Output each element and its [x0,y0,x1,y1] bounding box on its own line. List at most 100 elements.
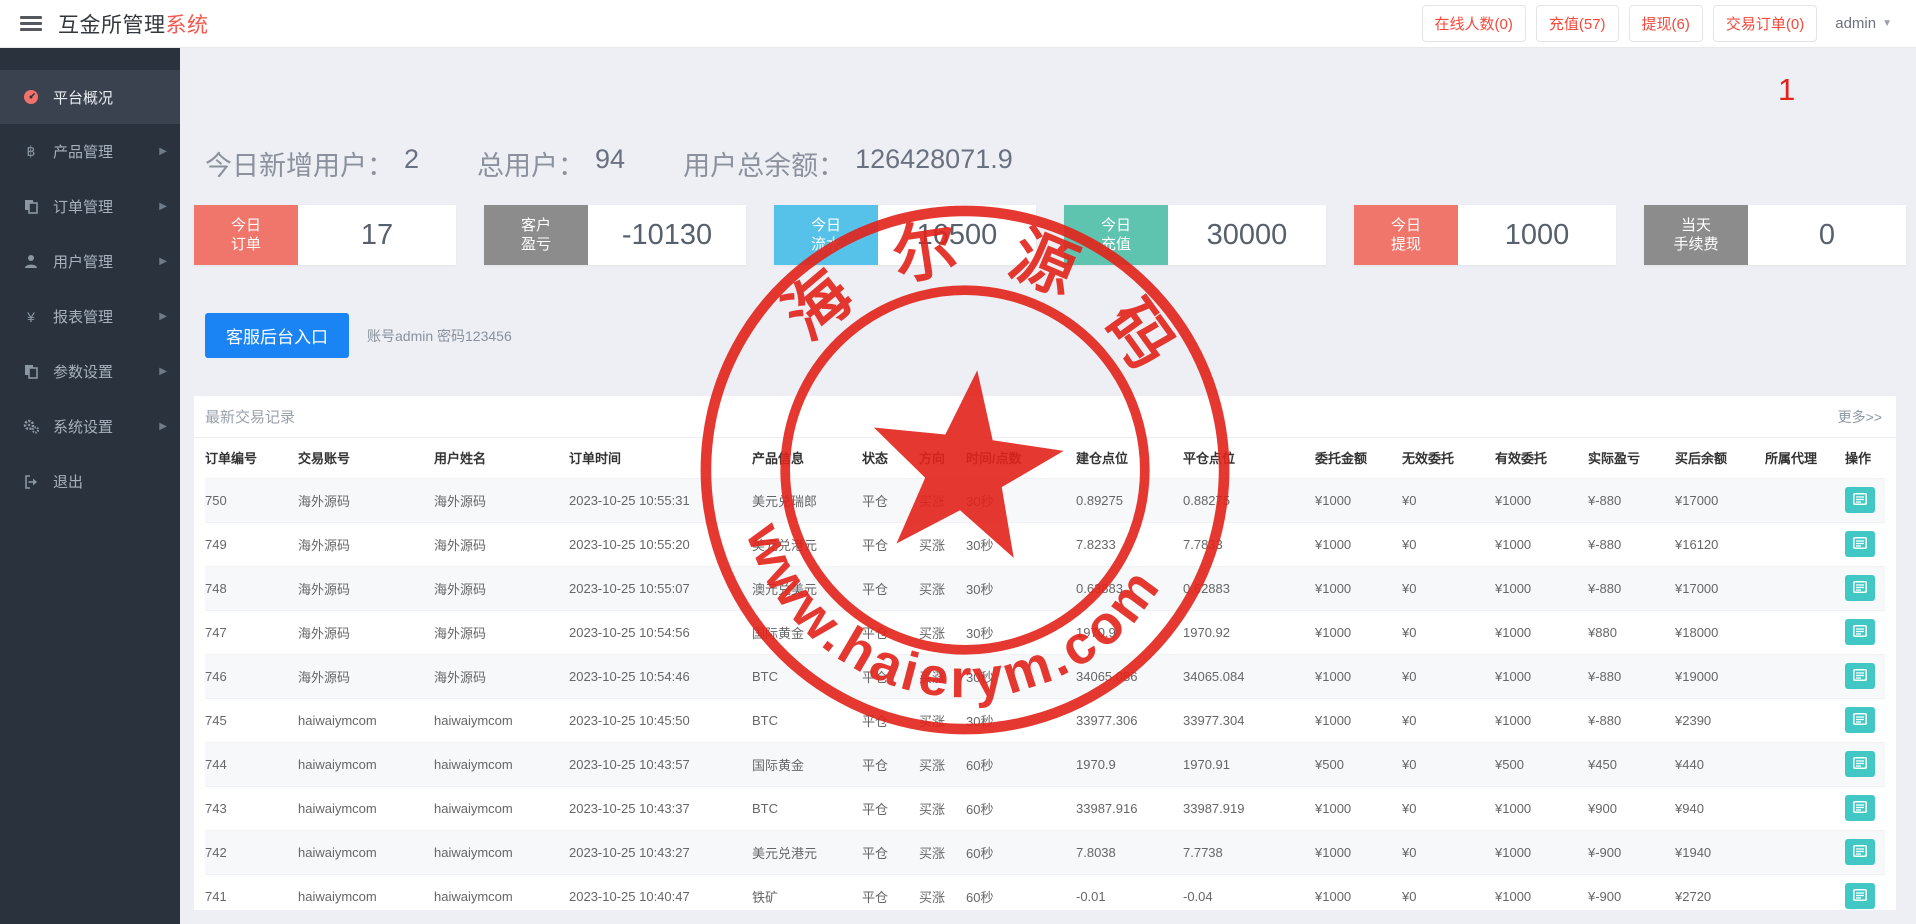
cell-action [1845,610,1885,654]
cell-pnl: ¥-880 [1588,698,1675,742]
cell-open: 0.89275 [1076,478,1183,522]
cell-pnl: ¥-900 [1588,830,1675,874]
cell-id: 749 [205,522,298,566]
sidebar-item-logout[interactable]: 退出 [0,454,180,509]
topbar-button-3[interactable]: 交易订单(0) [1713,5,1817,42]
topbar-button-2[interactable]: 提现(6) [1629,5,1703,42]
cell-invalid: ¥0 [1402,786,1495,830]
cell-pnl: ¥-880 [1588,478,1675,522]
sidebar-item-gears[interactable]: 系统设置▶ [0,399,180,454]
order-detail-button[interactable] [1845,531,1875,557]
detail-icon [1853,801,1867,816]
cell-product: 铁矿 [752,874,862,910]
topbar-button-1[interactable]: 充值(57) [1536,5,1619,42]
detail-icon [1853,713,1867,728]
table-row: 749海外源码海外源码2023-10-25 10:55:20美元兑港元平仓买涨3… [205,522,1885,566]
cell-valid: ¥1000 [1495,874,1588,910]
cell-duration: 60秒 [966,742,1076,786]
cell-id: 744 [205,742,298,786]
cell-close: 0.62883 [1183,566,1315,610]
column-header: 时间/点数 [966,438,1076,478]
card-value: -10130 [588,205,746,265]
card-label: 今日流水 [774,205,878,265]
cell-action [1845,478,1885,522]
cell-product: 美元兑港元 [752,522,862,566]
hamburger-menu-icon[interactable] [20,16,42,31]
column-header: 订单时间 [569,438,752,478]
cell-open: 7.8233 [1076,522,1183,566]
cell-time: 2023-10-25 10:55:07 [569,566,752,610]
column-header: 操作 [1845,438,1885,478]
table-row: 748海外源码海外源码2023-10-25 10:55:07澳元兑美元平仓买涨3… [205,566,1885,610]
cell-valid: ¥1000 [1495,830,1588,874]
more-link[interactable]: 更多>> [1838,407,1882,427]
card-label: 今日充值 [1064,205,1168,265]
sidebar-item-yen[interactable]: ¥报表管理▶ [0,289,180,344]
cell-id: 750 [205,478,298,522]
admin-dropdown[interactable]: admin▼ [1827,9,1900,38]
column-header: 平仓点位 [1183,438,1315,478]
order-detail-button[interactable] [1845,619,1875,645]
card-value: 16500 [878,205,1036,265]
app-title-accent: 系统 [166,14,209,37]
cell-action [1845,698,1885,742]
sidebar-item-bitcoin[interactable]: ฿产品管理▶ [0,124,180,179]
cell-agent [1765,786,1845,830]
cell-account: haiwaiymcom [298,874,434,910]
cell-amount: ¥1000 [1315,566,1402,610]
cell-invalid: ¥0 [1402,830,1495,874]
service-backend-button[interactable]: 客服后台入口 [205,313,349,358]
cell-invalid: ¥0 [1402,566,1495,610]
sidebar-item-user[interactable]: 用户管理▶ [0,234,180,289]
sidebar-menu: 平台概况฿产品管理▶订单管理▶用户管理▶¥报表管理▶参数设置▶系统设置▶退出 [0,48,180,509]
cell-open: 34065.086 [1076,654,1183,698]
cell-account: haiwaiymcom [298,786,434,830]
cell-direction: 买涨 [919,610,966,654]
stat-value: 126428071.9 [855,144,1013,183]
cell-name: 海外源码 [434,610,569,654]
service-credentials-hint: 账号admin 密码123456 [367,326,512,346]
cell-pnl: ¥900 [1588,786,1675,830]
cell-duration: 60秒 [966,830,1076,874]
latest-trades-header: 最新交易记录 更多>> [194,396,1896,438]
sidebar-item-label: 订单管理 [53,196,113,217]
orders-icon [20,199,42,214]
order-detail-button[interactable] [1845,487,1875,513]
table-row: 750海外源码海外源码2023-10-25 10:55:31美元兑瑞郎平仓买涨3… [205,478,1885,522]
detail-icon [1853,537,1867,552]
stat-label: 总用户： [477,144,585,183]
card-value: 1000 [1458,205,1616,265]
sidebar-item-label: 系统设置 [53,416,113,437]
order-detail-button[interactable] [1845,883,1875,909]
sidebar-item-params[interactable]: 参数设置▶ [0,344,180,399]
cell-pnl: ¥880 [1588,610,1675,654]
sidebar-item-orders[interactable]: 订单管理▶ [0,179,180,234]
trades-table: 订单编号交易账号用户姓名订单时间产品信息状态方向时间/点数建仓点位平仓点位委托金… [205,438,1885,910]
order-detail-button[interactable] [1845,839,1875,865]
sidebar-item-label: 产品管理 [53,141,113,162]
sidebar: 平台概况฿产品管理▶订单管理▶用户管理▶¥报表管理▶参数设置▶系统设置▶退出 [0,48,180,924]
cell-agent [1765,830,1845,874]
cell-action [1845,654,1885,698]
order-detail-button[interactable] [1845,663,1875,689]
order-detail-button[interactable] [1845,707,1875,733]
topbar-button-0[interactable]: 在线人数(0) [1422,5,1526,42]
column-header: 委托金额 [1315,438,1402,478]
cell-direction: 买涨 [919,830,966,874]
cell-id: 742 [205,830,298,874]
column-header: 产品信息 [752,438,862,478]
table-row: 744haiwaiymcomhaiwaiymcom2023-10-25 10:4… [205,742,1885,786]
cell-agent [1765,742,1845,786]
order-detail-button[interactable] [1845,575,1875,601]
order-detail-button[interactable] [1845,751,1875,777]
order-detail-button[interactable] [1845,795,1875,821]
sidebar-item-dashboard[interactable]: 平台概况 [0,70,180,124]
cell-valid: ¥1000 [1495,786,1588,830]
cell-invalid: ¥0 [1402,478,1495,522]
cell-direction: 买涨 [919,522,966,566]
chevron-right-icon: ▶ [159,256,167,267]
cell-account: 海外源码 [298,654,434,698]
card-value: 30000 [1168,205,1326,265]
detail-icon [1853,757,1867,772]
column-header: 实际盈亏 [1588,438,1675,478]
